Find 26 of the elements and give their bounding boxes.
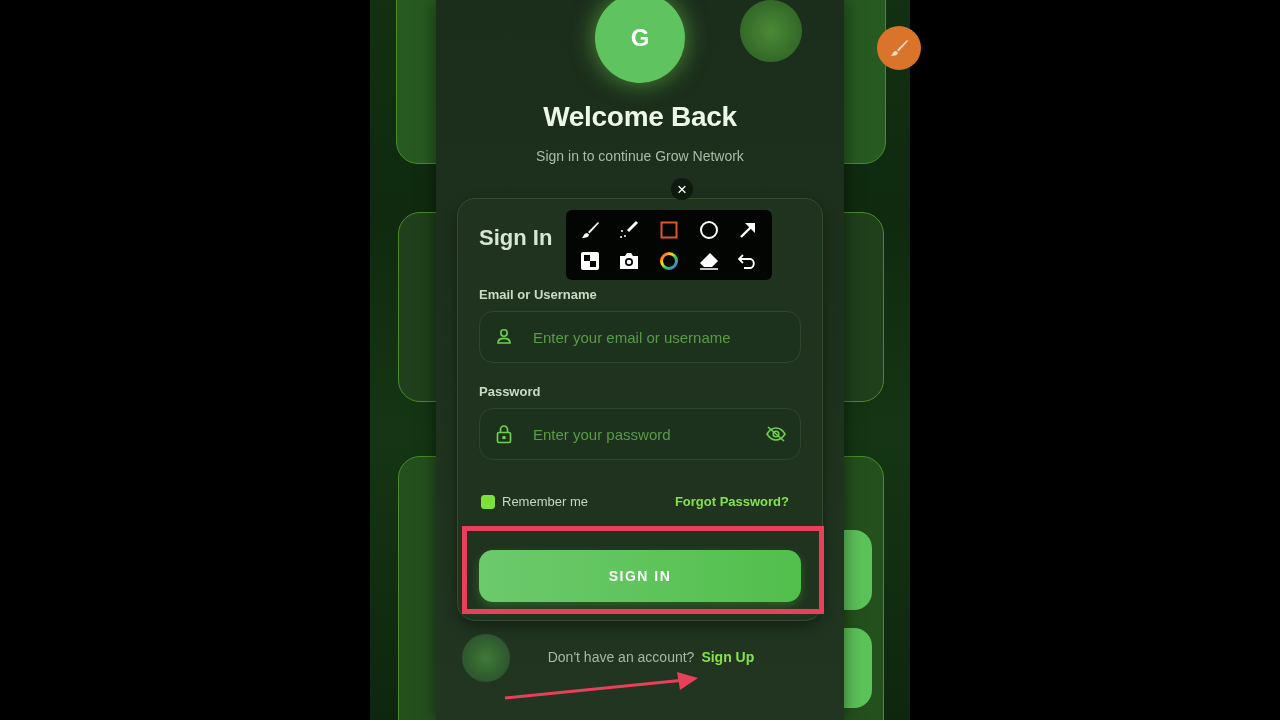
password-field[interactable]: Enter your password <box>479 408 801 460</box>
field-label: Password <box>479 384 542 399</box>
remember-checkbox[interactable] <box>481 494 495 509</box>
brush-icon[interactable] <box>579 219 600 240</box>
lock-icon <box>495 424 513 444</box>
eraser-icon[interactable] <box>698 251 719 270</box>
card-heading: Sign In <box>479 225 553 251</box>
rectangle-icon[interactable] <box>660 220 678 239</box>
sign-up-link[interactable]: Sign Up <box>701 649 755 665</box>
field-label: Email or Username <box>479 287 598 302</box>
subtitle: Sign in to continue Grow Network <box>536 148 744 164</box>
camera-icon[interactable] <box>619 251 640 270</box>
sign-up-prompt: Don't have an account? <box>547 649 695 665</box>
mosaic-icon[interactable] <box>580 251 599 270</box>
circle-icon[interactable] <box>698 219 719 240</box>
logo: G <box>595 0 685 83</box>
welcome-title: Welcome Back <box>543 101 737 133</box>
eye-off-icon[interactable] <box>765 425 787 443</box>
arrow-icon[interactable] <box>739 220 758 239</box>
remember-label: Remember me <box>502 494 589 509</box>
brush-icon <box>889 38 909 58</box>
user-icon <box>495 327 513 345</box>
forgot-password-link[interactable]: Forgot Password? <box>674 494 789 509</box>
color-wheel-icon[interactable] <box>659 250 679 271</box>
highlighter-icon[interactable] <box>619 219 640 240</box>
input-field[interactable]: Enter your email or username <box>479 311 801 363</box>
